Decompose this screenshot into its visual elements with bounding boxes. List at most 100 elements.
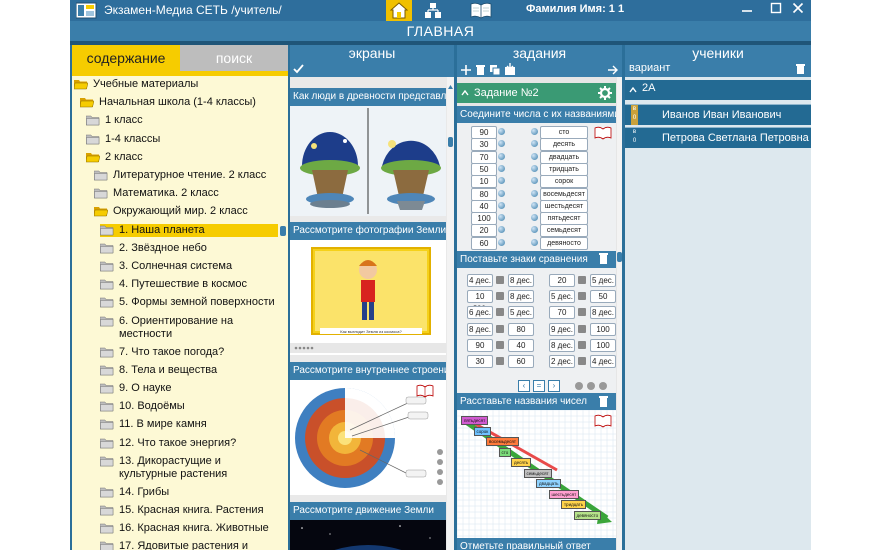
close-button[interactable]: [789, 1, 807, 19]
connector-dot[interactable]: [531, 189, 538, 197]
maximize-button[interactable]: [767, 1, 785, 19]
task-section-answer[interactable]: Отметьте правильный ответ: [457, 538, 616, 550]
trash-icon[interactable]: [598, 252, 609, 265]
order-word[interactable]: двадцать: [536, 479, 562, 488]
order-word[interactable]: сто: [498, 447, 512, 457]
tree-item[interactable]: 10. Водоёмы: [100, 400, 185, 413]
scroll-up-icon[interactable]: [448, 85, 453, 90]
gear-icon[interactable]: [598, 86, 612, 100]
connector-dot[interactable]: [498, 189, 505, 197]
tab-content[interactable]: содержание: [72, 45, 180, 71]
arrow-right-icon[interactable]: [607, 65, 619, 75]
tree-item[interactable]: Математика. 2 класс: [94, 187, 219, 200]
tree-item[interactable]: 14. Грибы: [100, 486, 169, 499]
match-number[interactable]: 100: [471, 212, 497, 226]
save-icon[interactable]: [504, 63, 516, 76]
tab-search[interactable]: поиск: [180, 45, 288, 71]
match-word[interactable]: двадцать: [540, 150, 588, 164]
comparison-slot[interactable]: [578, 324, 586, 333]
match-word[interactable]: семьдесят: [540, 224, 588, 238]
connector-dot[interactable]: [531, 226, 538, 234]
tree-item[interactable]: 4. Путешествие в космос: [100, 278, 247, 291]
connector-dot[interactable]: [498, 177, 505, 185]
trash-icon[interactable]: [598, 395, 609, 408]
equal-icon[interactable]: =: [533, 380, 545, 392]
minimize-button[interactable]: [738, 1, 756, 19]
trash-icon[interactable]: [795, 63, 806, 75]
match-number[interactable]: 60: [471, 236, 497, 250]
order-word[interactable]: шестьдесят: [548, 489, 580, 499]
tree-item[interactable]: 13. Дикорастущие и культурные растения: [100, 455, 277, 481]
connector-dot[interactable]: [498, 214, 505, 222]
tree-item[interactable]: 8. Тела и вещества: [100, 364, 217, 377]
tree-item[interactable]: 12. Что такое энергия?: [100, 437, 236, 450]
connector-dot[interactable]: [531, 238, 538, 246]
match-number[interactable]: 20: [471, 224, 497, 238]
group-row[interactable]: 2А: [625, 80, 811, 100]
scrollbar-thumb[interactable]: [280, 226, 286, 236]
order-word[interactable]: девяносто: [573, 510, 602, 520]
comparison-slot[interactable]: [578, 276, 586, 284]
home-nav-button[interactable]: [386, 0, 412, 21]
comparison-slot[interactable]: [496, 324, 504, 333]
option-dot[interactable]: [587, 382, 595, 390]
tree-item[interactable]: Литературное чтение. 2 класс: [94, 169, 266, 182]
chevron-up-icon[interactable]: [629, 87, 637, 93]
screens-scrollbar[interactable]: [447, 77, 454, 550]
order-word[interactable]: семьдесят: [523, 468, 552, 478]
match-word[interactable]: шестьдесят: [540, 199, 588, 213]
tree-item[interactable]: 1 класс: [86, 114, 143, 127]
option-dot[interactable]: [599, 382, 607, 390]
chevron-up-icon[interactable]: [461, 90, 469, 96]
option-dot[interactable]: [575, 382, 583, 390]
connector-dot[interactable]: [531, 201, 538, 209]
next-arrow-icon[interactable]: ›: [548, 380, 560, 392]
tree-item[interactable]: 7. Что такое погода?: [100, 346, 224, 359]
task-section-compare[interactable]: Поставьте знаки сравнения: [457, 251, 616, 268]
scrollbar-thumb[interactable]: [617, 252, 622, 262]
tree-item[interactable]: 16. Красная книга. Животные: [100, 522, 269, 535]
match-number[interactable]: 50: [471, 162, 497, 176]
screen-item[interactable]: Рассмотрите движение Земли: [290, 502, 446, 550]
tree-item[interactable]: 3. Солнечная система: [100, 260, 232, 273]
match-word[interactable]: девяносто: [540, 236, 588, 250]
tree-item[interactable]: 17. Ядовитые растения и грибы: [100, 540, 277, 550]
connector-dot[interactable]: [498, 201, 505, 209]
tree-item[interactable]: 6. Ориентирование на местности: [100, 315, 277, 341]
add-icon[interactable]: [460, 64, 472, 76]
screen-item[interactable]: Рассмотрите внутреннее строение: [290, 362, 446, 495]
screen-item[interactable]: Как люди в древности представляли Землю: [290, 88, 446, 216]
copy-icon[interactable]: [489, 64, 501, 76]
match-number[interactable]: 10: [471, 175, 497, 189]
tree-item[interactable]: 11. В мире камня: [100, 418, 207, 431]
comparison-slot[interactable]: [496, 308, 504, 317]
order-word[interactable]: пятьдесят: [461, 416, 489, 425]
match-word[interactable]: сорок: [540, 175, 588, 189]
match-word[interactable]: десять: [540, 138, 588, 152]
comparison-slot[interactable]: [578, 340, 586, 349]
connector-dot[interactable]: [498, 238, 505, 246]
content-scrollbar[interactable]: [279, 78, 287, 550]
connector-dot[interactable]: [498, 128, 505, 135]
connector-dot[interactable]: [498, 140, 505, 148]
order-word[interactable]: тридцать: [561, 500, 587, 509]
connector-dot[interactable]: [498, 226, 505, 234]
match-number[interactable]: 80: [471, 187, 497, 201]
tree-item[interactable]: 5. Формы земной поверхности: [100, 296, 275, 309]
match-word[interactable]: пятьдесят: [540, 212, 588, 226]
connector-dot[interactable]: [531, 128, 538, 135]
connector-dot[interactable]: [498, 152, 505, 160]
comparison-slot[interactable]: [496, 276, 504, 284]
match-number[interactable]: 40: [471, 199, 497, 213]
checkmark-icon[interactable]: [293, 64, 304, 74]
task-section-order[interactable]: Расставьте названия чисел: [457, 393, 616, 410]
tree-item[interactable]: 1. Наша планета: [100, 223, 278, 237]
match-number[interactable]: 90: [471, 126, 497, 139]
student-row[interactable]: в 0 Петрова Светлана Петровна: [625, 127, 811, 148]
structure-nav-button[interactable]: [420, 0, 446, 21]
tree-item[interactable]: 2 класс: [86, 151, 143, 164]
trash-icon[interactable]: [475, 64, 486, 76]
library-nav-button[interactable]: [468, 0, 494, 21]
connector-dot[interactable]: [531, 164, 538, 172]
task-section-match[interactable]: Соедините числа с их названиями: [457, 106, 616, 123]
